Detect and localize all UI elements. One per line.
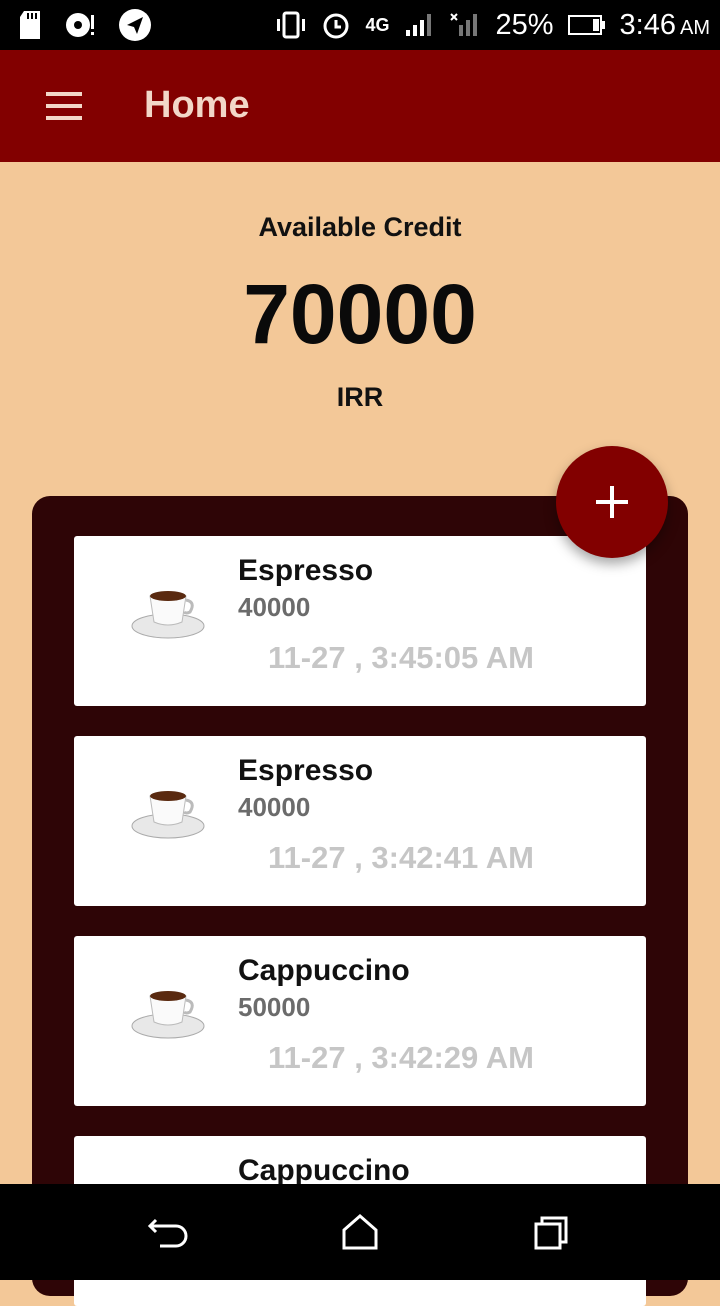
- transaction-name: Espresso: [238, 554, 374, 587]
- page-title: Home: [144, 84, 250, 126]
- home-icon[interactable]: [336, 1212, 384, 1252]
- sync-disc-icon: [66, 13, 94, 37]
- transaction-price: 40000: [238, 592, 311, 622]
- system-nav-bar: [0, 1184, 720, 1280]
- coffee-cup-icon: [131, 991, 205, 1039]
- add-button[interactable]: [556, 446, 668, 558]
- sd-card-icon: [20, 11, 40, 39]
- menu-button[interactable]: [40, 84, 88, 128]
- back-icon[interactable]: [146, 1212, 194, 1252]
- transaction-price: 40000: [238, 792, 311, 822]
- transaction-time: 11-27 , 3:42:41 AM: [268, 840, 534, 875]
- signal-icon: [405, 14, 431, 36]
- credit-amount: 70000: [243, 267, 477, 361]
- status-bar: 4G 25% 3:46 AM: [0, 0, 720, 50]
- transaction-time: 11-27 , 3:42:29 AM: [268, 1040, 534, 1075]
- transaction-card[interactable]: Espresso 40000 11-27 , 3:45:05 AM: [74, 536, 646, 706]
- hamburger-icon: [46, 92, 82, 96]
- transaction-card[interactable]: Espresso 40000 11-27 , 3:42:41 AM: [74, 736, 646, 906]
- telegram-icon: [119, 9, 151, 41]
- transaction-time: 11-27 , 3:45:05 AM: [268, 640, 534, 675]
- battery-icon: [567, 15, 605, 35]
- transaction-name: Cappuccino: [238, 954, 410, 987]
- credit-currency: IRR: [336, 382, 384, 412]
- alarm-icon: [323, 13, 349, 39]
- clock-ampm: AM: [680, 16, 710, 39]
- transaction-price: 50000: [238, 992, 311, 1022]
- coffee-cup-icon: [131, 791, 205, 839]
- available-credit-label: Available Credit: [258, 212, 462, 242]
- clock-time: 3:46: [619, 8, 676, 41]
- clock: 3:46 AM: [620, 9, 710, 42]
- transaction-name: Espresso: [238, 754, 374, 787]
- network-type-label: 4G: [365, 14, 390, 35]
- recents-icon[interactable]: [528, 1212, 576, 1252]
- signal-no-service-icon: [449, 13, 477, 36]
- coffee-cup-icon: [131, 591, 205, 639]
- battery-percent: 25%: [495, 8, 554, 41]
- vibrate-icon: [277, 11, 306, 39]
- app-bar: Home: [0, 50, 720, 162]
- transaction-name: Cappuccino: [238, 1154, 410, 1187]
- transaction-card[interactable]: Cappuccino 50000 11-27 , 3:42:29 AM: [74, 936, 646, 1106]
